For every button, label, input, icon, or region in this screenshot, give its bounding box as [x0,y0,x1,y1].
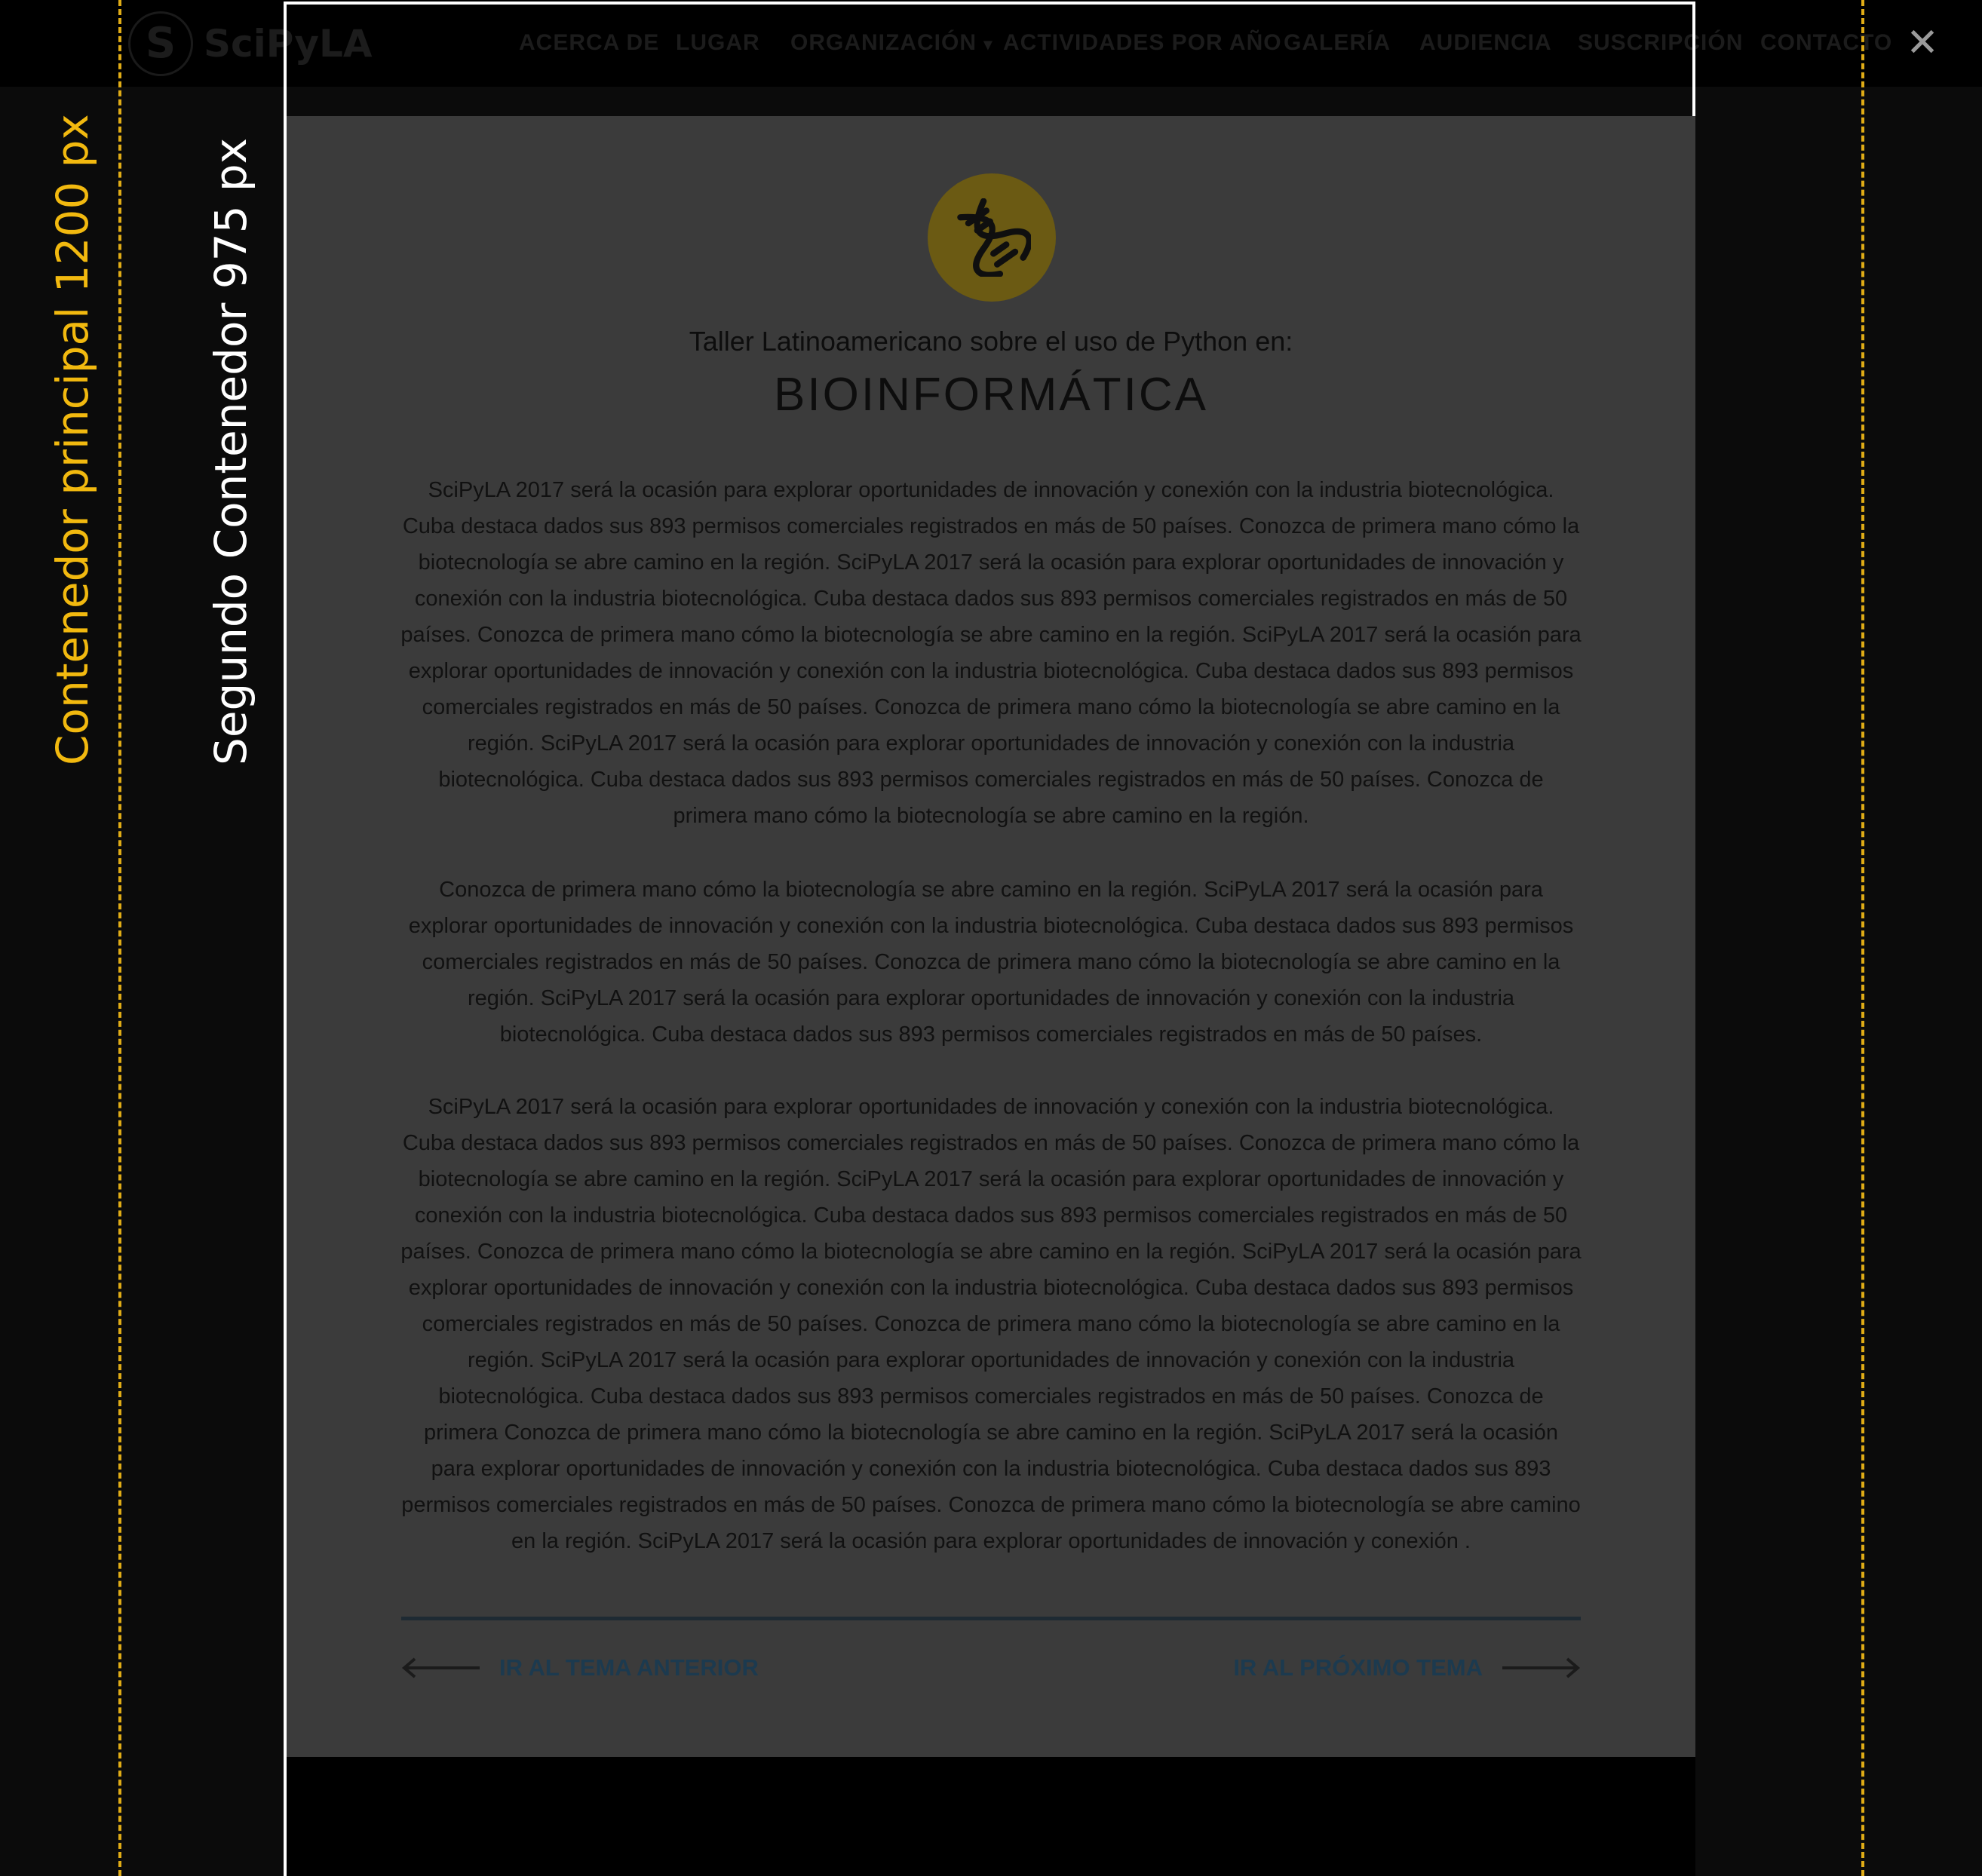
arrow-right-icon [1502,1657,1581,1678]
previous-topic-label: IR AL TEMA ANTERIOR [499,1654,759,1681]
logo-mark: S [128,11,193,76]
topic-title: BIOINFORMÁTICA [774,369,1208,421]
topic-content: Taller Latinoamericano sobre el uso de P… [287,116,1695,1757]
content-paragraph-1: SciPyLA 2017 será la ocasión para explor… [400,478,1582,828]
main-container-left-guide [118,0,121,1876]
previous-topic-link[interactable]: IR AL TEMA ANTERIOR [401,1654,759,1681]
content-paragraph-2: Conozca de primera mano cómo la biotecno… [408,878,1574,1047]
topic-subtitle: Taller Latinoamericano sobre el uso de P… [689,326,1293,357]
main-container-right-guide [1861,0,1864,1876]
bottom-band [287,1757,1695,1876]
next-topic-label: IR AL PRÓXIMO TEMA [1233,1654,1483,1681]
dna-icon [957,198,1031,277]
content-divider [401,1617,1581,1620]
arrow-left-icon [401,1657,480,1678]
next-topic-link[interactable]: IR AL PRÓXIMO TEMA [1233,1654,1581,1681]
nav-item-contacto[interactable]: CONTACTO [1760,30,1892,56]
second-container-annotation: Segundo Contenedor 975 px [205,137,256,765]
main-container-annotation: Contenedor principal 1200 px [47,114,98,765]
close-icon[interactable]: ✕ [1904,17,1941,69]
content-paragraph-3: SciPyLA 2017 será la ocasión para explor… [400,1095,1582,1553]
topic-icon-badge [928,173,1056,302]
